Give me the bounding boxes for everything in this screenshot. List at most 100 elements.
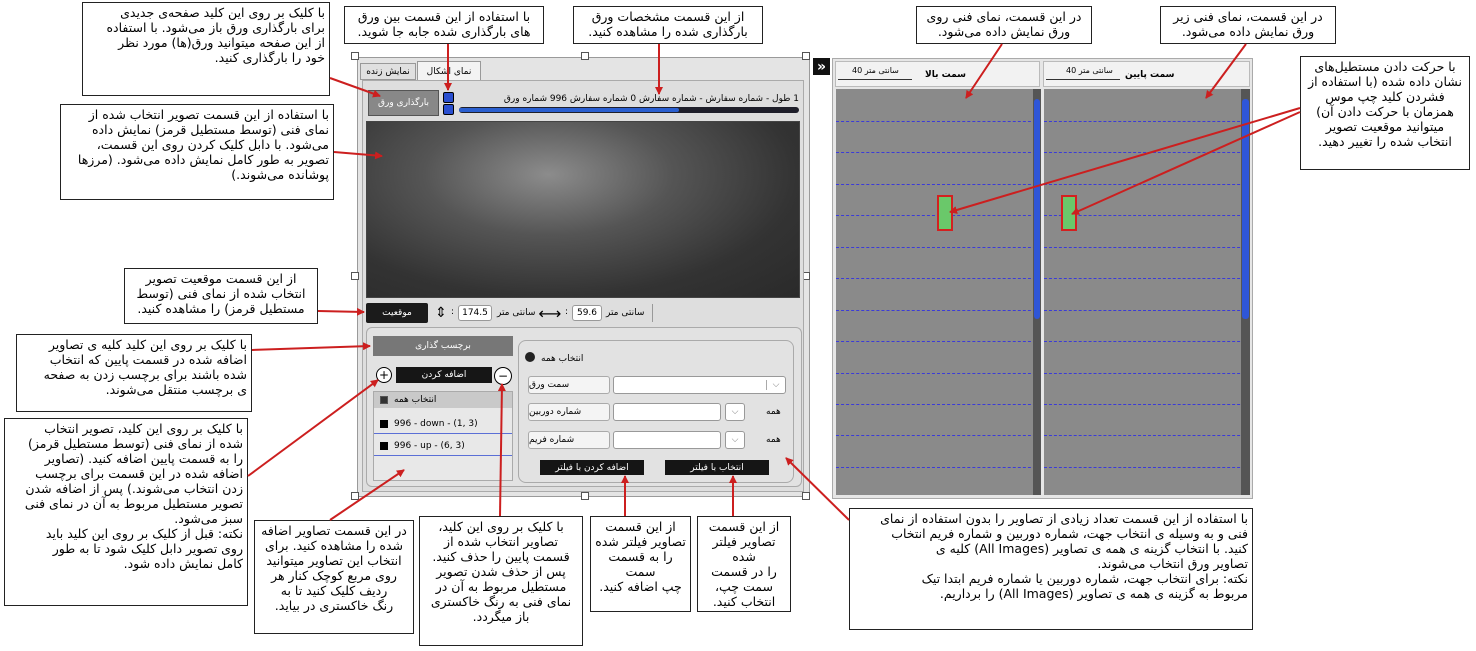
resize-handle[interactable] [802,52,810,60]
tab-live-view[interactable]: نمایش زنده [360,63,416,80]
chevron-down-icon: ⌵ [731,435,739,445]
grid-line [1044,341,1250,342]
grid-line [1044,247,1250,248]
annotation-add-filtered: از این قسمت تصاویر فیلتر شده را به قسمت … [590,516,691,612]
camera-label: شماره دوربین [528,403,610,421]
annotation-top-view: در این قسمت، نمای فنی روی ورق نمایش داده… [916,6,1092,44]
resize-handle[interactable] [351,52,359,60]
add-with-filter-button[interactable]: اضافه کردن با فیلتر [540,460,644,475]
filter-select-all-checkbox[interactable] [525,352,535,362]
tab-defects-view[interactable]: نمای اشکال [417,61,481,81]
width-unit: سانتی متر [497,308,536,318]
side-label: سمت ورق [528,376,610,394]
annotation-sheet-navigation: با استفاده از این قسمت بین ورق های بارگذ… [344,6,544,44]
grid-line [836,184,1041,185]
grid-line [836,278,1041,279]
grid-line [836,435,1041,436]
bottom-view-ruler: 40 سانتی متر [1066,66,1113,75]
chevron-down-icon: ⌵ [766,380,785,390]
list-item-checkbox[interactable] [380,420,388,428]
sheet-prev-button[interactable] [443,92,454,103]
add-image-plus-button[interactable]: + [376,367,392,383]
annotation-labeling: با کلیک بر روی این کلید کلیه ی تصاویر اض… [16,334,252,412]
add-image-button[interactable]: اضافه کردن [396,367,492,383]
top-view-title: سمت بالا [925,70,967,80]
scrollbar-thumb[interactable] [1034,99,1040,319]
top-view-canvas[interactable] [836,89,1041,495]
grid-line [1044,435,1250,436]
sheet-info: 1 طول - شماره سفارش - شماره سفارش 0 شمار… [503,94,799,104]
remove-image-button[interactable]: − [494,367,512,385]
grid-line [1044,310,1250,311]
frame-all-label: همه [766,435,781,445]
annotation-load-button: با کلیک بر روی این کلید صفحه‌ی جدیدی برا… [82,2,330,96]
collapse-panel-button[interactable]: » [813,58,830,75]
annotation-bottom-view: در این قسمت، نمای فنی زیر ورق نمایش داده… [1160,6,1336,44]
camera-dropdown-button[interactable]: ⌵ [725,403,745,421]
height-unit: سانتی متر [606,308,645,318]
frame-dropdown-button[interactable]: ⌵ [725,431,745,449]
list-item-label: 996 - down - (1, 3) [394,419,478,429]
resize-handle[interactable] [581,492,589,500]
height-icon: ⇕ [435,305,447,321]
list-item-checkbox[interactable] [380,442,388,450]
resize-handle[interactable] [351,492,359,500]
grid-line [836,310,1041,311]
annotation-add-image: با کلیک بر روی این کلید، تصویر انتخاب شد… [4,418,248,606]
grid-line [836,404,1041,405]
position-button[interactable]: موقعیت [366,303,428,323]
select-all-label: انتخاب همه [394,395,437,405]
grid-line [836,467,1041,468]
filter-select-all-label: انتخاب همه [541,354,584,364]
annotation-move-rectangles: با حرکت دادن مستطیل‌های نشان داده شده (ب… [1300,56,1470,170]
grid-line [1044,373,1250,374]
sheet-progress-fill [459,108,679,112]
grid-line [836,373,1041,374]
load-sheet-button[interactable]: بارگذاری ورق [368,90,439,116]
grid-line [1044,152,1250,153]
arrow [251,342,371,351]
select-all-checkbox[interactable] [380,396,388,404]
image-preview[interactable] [366,121,800,298]
height-value: 59.6 [572,305,602,321]
selected-image-marker[interactable] [1061,195,1077,231]
camera-all-label: همه [766,407,781,417]
annotation-select-filtered: از این قسمت تصاویر فیلتر شده را در قسمت … [697,516,791,612]
sheet-next-button[interactable] [443,104,454,115]
labeling-button[interactable]: برچسب گذاری [373,336,513,356]
bottom-view-canvas[interactable] [1044,89,1250,495]
frame-combo[interactable] [613,431,721,449]
width-value: 174.5 [458,305,492,321]
side-combo[interactable]: ⌵ [613,376,786,394]
scrollbar-thumb[interactable] [1242,99,1249,319]
grid-line [1044,121,1250,122]
ruler-line [838,79,912,80]
annotation-sheet-info: از این قسمت مشخصات ورق بارگذاری شده را م… [573,6,763,44]
frame-label: شماره فریم [528,431,610,449]
bottom-view-title: سمت پایین [1125,70,1175,80]
resize-handle[interactable] [581,52,589,60]
grid-line [1044,404,1250,405]
annotation-remove-image: با کلیک بر روی این کلید، تصاویر انتخاب ش… [419,516,583,646]
grid-line [836,341,1041,342]
selected-image-marker[interactable] [937,195,953,231]
grid-line [836,121,1041,122]
grid-line [836,152,1041,153]
annotation-filter-panel: با استفاده از این قسمت تعداد زیادی از تص… [849,508,1253,630]
annotation-position: از این قسمت موقعیت تصویر انتخاب شده از ن… [124,268,318,324]
resize-handle[interactable] [802,492,810,500]
select-with-filter-button[interactable]: انتخاب با فیلتر [665,460,769,475]
chevron-down-icon: ⌵ [731,407,739,417]
colon-sep: : [565,307,569,317]
list-item-label: 996 - up - (6, 3) [394,441,465,451]
sheet-info-bar [459,107,799,113]
grid-line [1044,184,1250,185]
annotation-added-images: در این قسمت تصاویر اضافه شده را مشاهده ک… [254,520,414,634]
resize-handle[interactable] [351,272,359,280]
colon-sep: : [451,307,455,317]
width-icon: ⟷ [538,303,562,323]
camera-combo[interactable] [613,403,721,421]
grid-line [1044,467,1250,468]
grid-line [1044,278,1250,279]
divider [652,304,653,322]
